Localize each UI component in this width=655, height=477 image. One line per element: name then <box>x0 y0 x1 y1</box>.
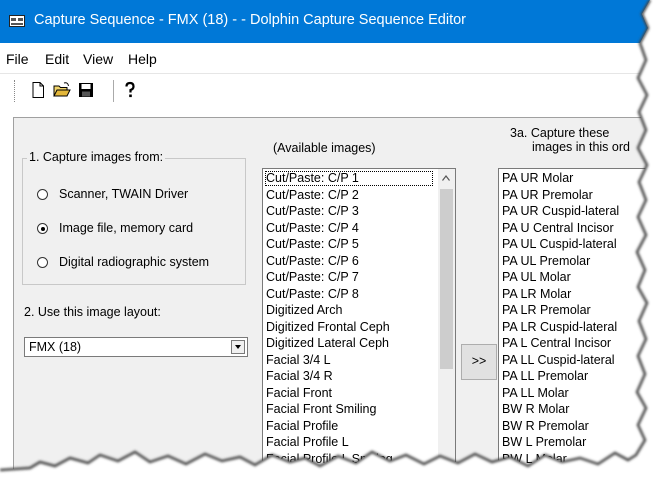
available-image-item[interactable]: Cut/Paste: C/P 4 <box>266 220 359 237</box>
available-image-item[interactable]: Cut/Paste: C/P 5 <box>266 236 359 253</box>
available-image-item[interactable]: Cut/Paste: C/P 7 <box>266 269 359 286</box>
capture-source-label: 1. Capture images from: <box>27 150 166 164</box>
sequence-image-item[interactable]: PA LR Cuspid-lateral <box>502 319 617 336</box>
available-image-item[interactable]: Cut/Paste: C/P 3 <box>266 203 359 220</box>
sequence-image-item[interactable]: BW R Molar <box>502 401 569 418</box>
radio-label: Scanner, TWAIN Driver <box>59 187 189 201</box>
available-image-item[interactable]: Facial Profile <box>266 418 338 435</box>
capture-source-group: 1. Capture images from: Scanner, TWAIN D… <box>22 150 246 285</box>
menu-file[interactable]: File <box>6 51 29 67</box>
toolbar-separator <box>113 80 114 102</box>
sequence-label-line2: images in this ord <box>532 140 630 154</box>
sequence-image-item[interactable]: PA UL Molar <box>502 269 571 286</box>
add-to-sequence-button[interactable]: >> <box>461 344 497 380</box>
window-title: Capture Sequence - FMX (18) - - Dolphin … <box>34 12 466 28</box>
sequence-image-item[interactable]: PA LL Molar <box>502 385 569 402</box>
open-folder-icon[interactable] <box>52 80 72 100</box>
available-images-label: (Available images) <box>273 141 376 155</box>
sequence-image-item[interactable]: PA UR Premolar <box>502 187 593 204</box>
help-question-icon[interactable] <box>120 80 140 100</box>
sequence-label-line1: 3a. Capture these <box>510 126 610 140</box>
sequence-image-item[interactable]: PA LR Molar <box>502 286 571 303</box>
sequence-image-item[interactable]: PA LL Premolar <box>502 368 588 385</box>
layout-dropdown[interactable]: FMX (18) <box>24 337 248 357</box>
available-image-item[interactable]: Digitized Frontal Ceph <box>266 319 390 336</box>
layout-label: 2. Use this image layout: <box>24 305 161 319</box>
radio-circle[interactable] <box>37 257 48 268</box>
toolbar-grip[interactable] <box>14 80 18 102</box>
available-image-item[interactable]: Facial 3/4 L <box>266 352 331 369</box>
radio-image-file[interactable]: Image file, memory card <box>37 220 267 238</box>
scroll-up-icon[interactable] <box>442 175 450 181</box>
title-bar[interactable]: Capture Sequence - FMX (18) - - Dolphin … <box>0 0 655 43</box>
menu-edit[interactable]: Edit <box>45 51 69 67</box>
available-image-item[interactable]: Digitized Arch <box>266 302 342 319</box>
sequence-image-item[interactable]: PA UL Cuspid-lateral <box>502 236 617 253</box>
radio-circle-checked[interactable] <box>37 223 48 234</box>
available-image-item[interactable]: Cut/Paste: C/P 6 <box>266 253 359 270</box>
sequence-image-item[interactable]: BW L Premolar <box>502 434 586 451</box>
sequence-image-item[interactable]: BW L Molar <box>502 451 567 468</box>
sequence-editor-panel: 1. Capture images from: Scanner, TWAIN D… <box>13 117 655 477</box>
available-image-item[interactable]: Facial Profile L Smiling <box>266 451 393 468</box>
available-image-item[interactable]: Facial Front Smiling <box>266 401 376 418</box>
radio-circle[interactable] <box>37 189 48 200</box>
available-image-item[interactable]: Facial Front <box>266 385 332 402</box>
toolbar <box>0 73 655 118</box>
sequence-image-item[interactable]: BW R Premolar <box>502 418 589 435</box>
sequence-image-item[interactable]: PA UR Cuspid-lateral <box>502 203 619 220</box>
available-image-item[interactable]: Cut/Paste: C/P 8 <box>266 286 359 303</box>
radio-label: Digital radiographic system <box>59 255 210 269</box>
sequence-image-item[interactable]: PA UR Molar <box>502 170 573 187</box>
app-window: Capture Sequence - FMX (18) - - Dolphin … <box>0 0 655 477</box>
menu-bar: File Edit View Help <box>0 43 655 73</box>
chevron-down-icon[interactable] <box>231 340 245 354</box>
save-disk-icon[interactable] <box>76 80 96 100</box>
scrollbar[interactable] <box>438 169 455 477</box>
scroll-thumb[interactable] <box>440 189 453 369</box>
sequence-image-item[interactable]: PA U Central Incisor <box>502 220 614 237</box>
sequence-image-item[interactable]: PA UL Premolar <box>502 253 590 270</box>
radio-scanner-twain[interactable]: Scanner, TWAIN Driver <box>37 186 267 204</box>
available-image-item[interactable]: Facial 3/4 R <box>266 368 333 385</box>
available-image-item[interactable]: Cut/Paste: C/P 2 <box>266 187 359 204</box>
sequence-image-item[interactable]: PA LL Cuspid-lateral <box>502 352 615 369</box>
available-image-item[interactable]: Facial Profile L <box>266 434 349 451</box>
radio-selected-dot <box>40 226 45 231</box>
available-images-list[interactable]: Cut/Paste: C/P 1 Cut/Paste: C/P 2 Cut/Past… <box>262 168 456 477</box>
layout-dropdown-value: FMX (18) <box>29 340 82 354</box>
capture-sequence-list[interactable]: PA UR Molar PA UR Premolar PA UR Cuspid-la… <box>498 168 655 477</box>
radio-label: Image file, memory card <box>59 221 194 235</box>
menu-help[interactable]: Help <box>128 51 157 67</box>
new-document-icon[interactable] <box>28 80 48 100</box>
available-image-item[interactable]: Digitized Lateral Ceph <box>266 335 389 352</box>
sequence-image-item[interactable]: PA L Central Incisor <box>502 335 611 352</box>
available-image-item[interactable]: Cut/Paste: C/P 1 <box>266 170 359 187</box>
menu-view[interactable]: View <box>83 51 113 67</box>
app-icon <box>9 15 25 27</box>
sequence-image-item[interactable]: PA LR Premolar <box>502 302 591 319</box>
radio-digital-radiographic[interactable]: Digital radiographic system <box>37 254 267 272</box>
